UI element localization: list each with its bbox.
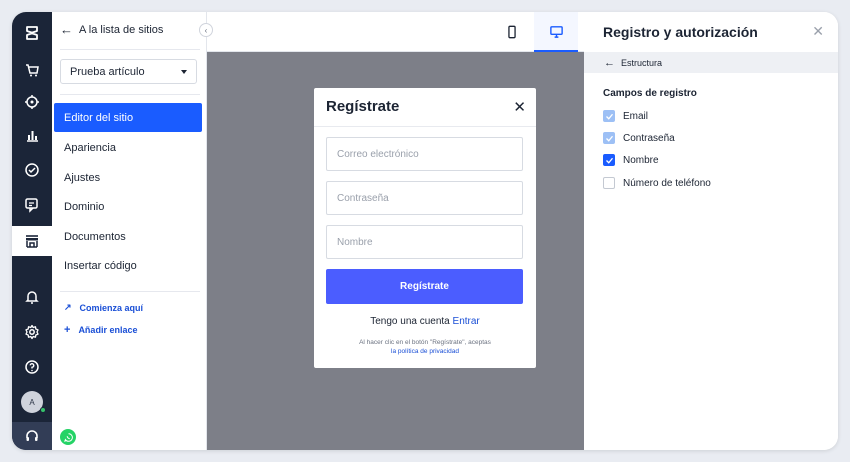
check-circle-icon[interactable]	[12, 155, 52, 185]
nav-item-insert-code[interactable]: Insertar código	[54, 251, 202, 280]
privacy-policy-link[interactable]: la política de privacidad	[324, 347, 526, 356]
chat-icon[interactable]	[12, 190, 52, 220]
online-status-dot	[40, 407, 46, 413]
have-account-text: Tengo una cuenta	[370, 316, 450, 327]
login-link[interactable]: Entrar	[453, 316, 480, 327]
field-option-phone[interactable]: Número de teléfono	[603, 176, 711, 190]
gear-icon[interactable]	[12, 317, 52, 347]
settings-panel: Registro y autorización ✕ ← Estructura C…	[584, 12, 838, 450]
chevron-left-icon: ‹	[204, 25, 208, 35]
nav-item-label: Ajustes	[64, 171, 101, 184]
back-to-sites-label: A la lista de sitios	[79, 23, 164, 36]
preview-toolbar	[207, 12, 584, 52]
check-icon	[605, 157, 613, 164]
nav-item-site-editor[interactable]: Editor del sitio	[54, 103, 202, 132]
nav-item-label: Editor del sitio	[64, 111, 134, 124]
nav-item-documents[interactable]: Documentos	[54, 222, 202, 251]
desktop-icon	[549, 25, 563, 38]
plus-icon: +	[64, 324, 71, 336]
site-sidebar: ← A la lista de sitios Prueba artículo E…	[52, 12, 207, 450]
field-option-password[interactable]: Contraseña	[603, 131, 675, 145]
get-started-link[interactable]: ↗ Comienza aquí	[64, 302, 143, 313]
field-option-label: Nombre	[623, 154, 659, 166]
field-option-label: Número de teléfono	[623, 177, 711, 189]
check-icon	[605, 135, 613, 142]
site-select-value: Prueba artículo	[70, 65, 145, 78]
nav-item-label: Apariencia	[64, 141, 116, 154]
app-window: A ← A la lista de sitios Prueba artículo…	[12, 12, 838, 450]
legal-notice: Al hacer clic en el botón "Regístrate", …	[324, 338, 526, 356]
arrow-up-right-icon: ↗	[64, 302, 72, 312]
nav-item-domain[interactable]: Dominio	[54, 192, 202, 221]
divider	[60, 49, 200, 50]
breadcrumb[interactable]: ← Estructura	[584, 52, 838, 73]
collapse-sidebar-button[interactable]: ‹	[199, 23, 213, 37]
analytics-icon[interactable]	[12, 120, 52, 150]
panel-title: Registro y autorización	[603, 24, 758, 40]
checkbox[interactable]	[603, 154, 615, 166]
help-icon[interactable]	[12, 352, 52, 382]
checkbox[interactable]	[603, 110, 615, 122]
legal-text: Al hacer clic en el botón "Regístrate", …	[359, 339, 491, 346]
signup-modal: Regístrate ✕ Correo electrónico Contrase…	[314, 88, 536, 368]
icon-rail: A	[12, 12, 52, 450]
add-link-button[interactable]: + Añadir enlace	[64, 324, 137, 336]
arrow-left-icon: ←	[604, 56, 615, 69]
field-option-name[interactable]: Nombre	[603, 153, 659, 167]
have-account-line: Tengo una cuenta Entrar	[314, 316, 536, 327]
arrow-left-icon: ←	[60, 22, 73, 37]
check-icon	[605, 113, 613, 120]
email-field[interactable]: Correo electrónico	[326, 137, 523, 171]
back-to-sites-link[interactable]: ← A la lista de sitios	[60, 22, 163, 37]
field-option-email[interactable]: Email	[603, 109, 648, 123]
password-field[interactable]: Contraseña	[326, 181, 523, 215]
name-field[interactable]: Nombre	[326, 225, 523, 259]
close-icon[interactable]: ✕	[812, 23, 824, 40]
whatsapp-icon[interactable]	[60, 429, 76, 445]
modal-title: Regístrate	[326, 98, 400, 115]
checkbox[interactable]	[603, 132, 615, 144]
add-link-label: Añadir enlace	[78, 325, 138, 335]
divider	[60, 94, 200, 95]
name-placeholder: Nombre	[337, 236, 373, 248]
storefront-icon[interactable]	[12, 226, 52, 256]
checkbox[interactable]	[603, 177, 615, 189]
headset-icon[interactable]	[12, 422, 52, 450]
field-option-label: Contraseña	[623, 132, 675, 144]
close-icon[interactable]: ✕	[513, 98, 526, 116]
target-icon[interactable]	[12, 87, 52, 117]
password-placeholder: Contraseña	[337, 192, 389, 204]
chevron-down-icon	[181, 69, 187, 74]
nav-item-settings[interactable]: Ajustes	[54, 163, 202, 192]
logo-icon[interactable]	[12, 18, 52, 48]
get-started-label: Comienza aquí	[79, 302, 144, 313]
mobile-view-button[interactable]	[490, 12, 534, 52]
email-placeholder: Correo electrónico	[337, 148, 419, 160]
avatar-initial: A	[29, 397, 35, 407]
signup-button-label: Regístrate	[400, 281, 449, 292]
bell-icon[interactable]	[12, 282, 52, 312]
nav-item-label: Insertar código	[64, 259, 137, 272]
store-cart-icon[interactable]	[12, 55, 52, 85]
divider	[314, 126, 536, 127]
signup-button[interactable]: Regístrate	[326, 269, 523, 304]
site-select[interactable]: Prueba artículo	[60, 59, 197, 84]
nav-item-appearance[interactable]: Apariencia	[54, 133, 202, 162]
nav-item-label: Documentos	[64, 230, 126, 243]
nav-item-label: Dominio	[64, 200, 105, 213]
desktop-view-button[interactable]	[534, 12, 578, 52]
divider	[60, 291, 200, 292]
field-option-label: Email	[623, 110, 649, 122]
mobile-icon	[508, 25, 516, 39]
breadcrumb-label: Estructura	[621, 57, 663, 68]
section-title: Campos de registro	[603, 88, 697, 99]
